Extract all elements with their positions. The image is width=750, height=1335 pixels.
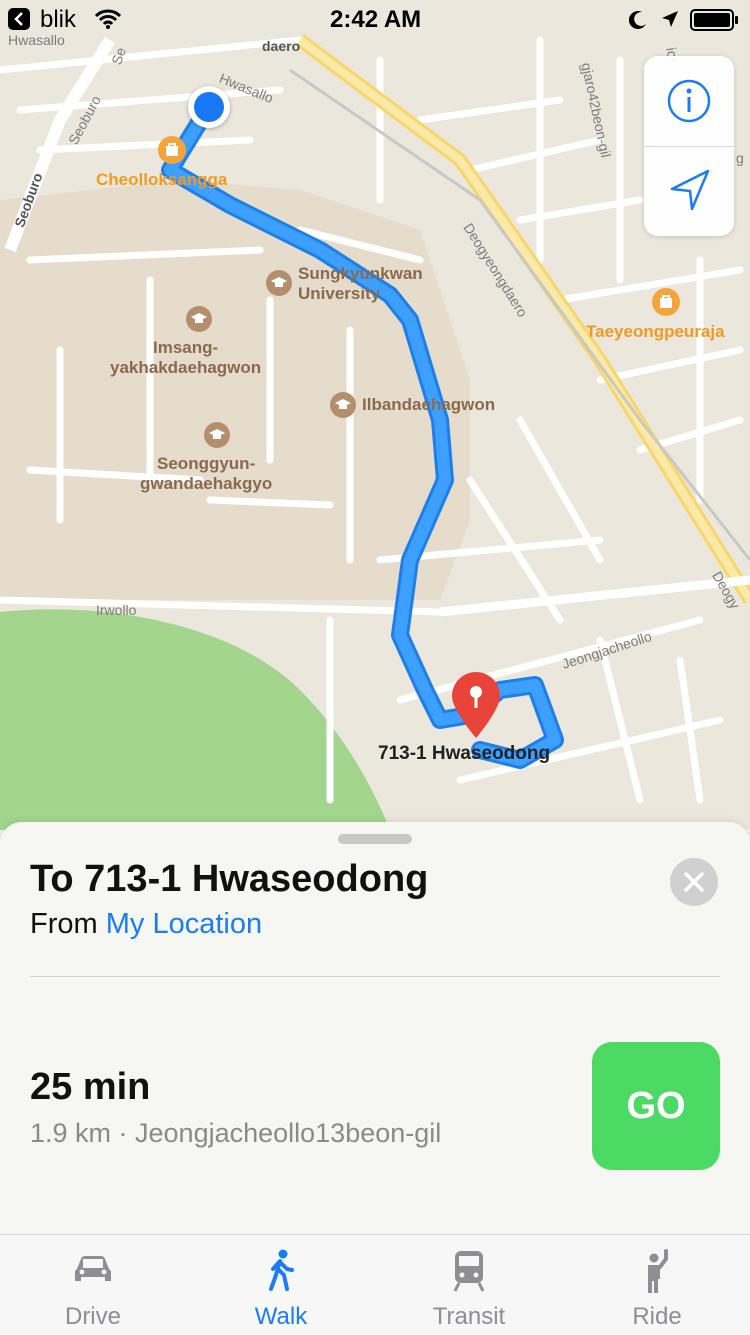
- from-row: From My Location: [30, 908, 262, 941]
- from-label: From: [30, 908, 98, 940]
- label-line: Imsang- yakhakdaehagwon: [110, 338, 262, 377]
- destination-pin-icon[interactable]: [448, 670, 504, 740]
- map-info-button[interactable]: [644, 56, 734, 146]
- map-view[interactable]: Cheolloksangga Sungkyunkwan University I…: [0, 0, 750, 830]
- university-poi-icon[interactable]: [186, 306, 212, 332]
- shopping-poi-icon[interactable]: [158, 136, 186, 164]
- back-app-label[interactable]: blik: [40, 6, 76, 34]
- tab-walk[interactable]: Walk: [206, 1235, 356, 1335]
- map-controls: [644, 56, 734, 236]
- university-poi-icon[interactable]: [204, 422, 230, 448]
- train-icon: [451, 1249, 487, 1298]
- shopping-poi-icon[interactable]: [652, 288, 680, 316]
- route-card: To 713-1 Hwaseodong From My Location 25 …: [0, 822, 750, 1234]
- label-line: Sungkyunkwan University: [298, 264, 423, 303]
- tab-transit[interactable]: Transit: [394, 1235, 544, 1335]
- car-icon: [71, 1249, 115, 1294]
- university-poi-icon[interactable]: [330, 392, 356, 418]
- back-to-app-chevron-icon[interactable]: [8, 8, 30, 30]
- info-icon: [667, 79, 711, 123]
- tab-drive[interactable]: Drive: [18, 1235, 168, 1335]
- tracking-button[interactable]: [644, 147, 734, 236]
- tab-label: Ride: [632, 1303, 682, 1330]
- go-button[interactable]: GO: [592, 1042, 720, 1170]
- road-label: Irwollo: [96, 602, 137, 618]
- tab-label: Transit: [432, 1303, 506, 1330]
- hail-icon: [640, 1249, 674, 1300]
- destination-title: To 713-1 Hwaseodong: [30, 858, 429, 900]
- status-bar: blik 2:42 AM: [0, 0, 750, 40]
- place-label-ilbanda[interactable]: Ilbandaehagwon: [362, 395, 495, 415]
- location-services-icon: [660, 9, 680, 34]
- place-label-seonggyun[interactable]: Seonggyun- gwandaehakgyo: [140, 454, 272, 494]
- place-label-cheolloksangga[interactable]: Cheolloksangga: [96, 170, 227, 190]
- route-distance-via: 1.9 km · Jeongjacheollo13beon-gil: [30, 1118, 442, 1148]
- card-grabber[interactable]: [338, 834, 412, 844]
- place-label-sungkyunkwan[interactable]: Sungkyunkwan University: [298, 264, 423, 304]
- tab-ride[interactable]: Ride: [582, 1235, 732, 1335]
- user-location-core: [194, 92, 224, 122]
- walk-icon: [263, 1249, 299, 1298]
- label-line: Seonggyun- gwandaehakgyo: [140, 454, 273, 493]
- clock: 2:42 AM: [330, 6, 422, 33]
- place-label-taeyeong[interactable]: Taeyeongpeuraja: [586, 322, 725, 342]
- place-label-imsang[interactable]: Imsang- yakhakdaehagwon: [110, 338, 261, 378]
- wifi-icon: [94, 8, 122, 35]
- route-duration: 25 min: [30, 1066, 151, 1108]
- tab-label: Walk: [254, 1303, 308, 1330]
- user-location-dot[interactable]: [188, 86, 230, 128]
- road-label: g: [736, 150, 744, 166]
- from-location-link[interactable]: My Location: [106, 908, 262, 940]
- university-poi-icon[interactable]: [266, 270, 292, 296]
- transport-mode-tabbar: Drive Walk Transit Ride: [0, 1234, 750, 1335]
- map-canvas: [0, 34, 750, 830]
- close-button[interactable]: [670, 858, 718, 906]
- destination-label[interactable]: 713-1 Hwaseodong: [378, 744, 550, 764]
- close-icon: [684, 872, 704, 892]
- battery-icon: [690, 9, 740, 36]
- card-divider: [30, 976, 720, 977]
- location-arrow-icon: [670, 169, 710, 211]
- moon-icon: [628, 10, 648, 35]
- tab-label: Drive: [64, 1303, 121, 1330]
